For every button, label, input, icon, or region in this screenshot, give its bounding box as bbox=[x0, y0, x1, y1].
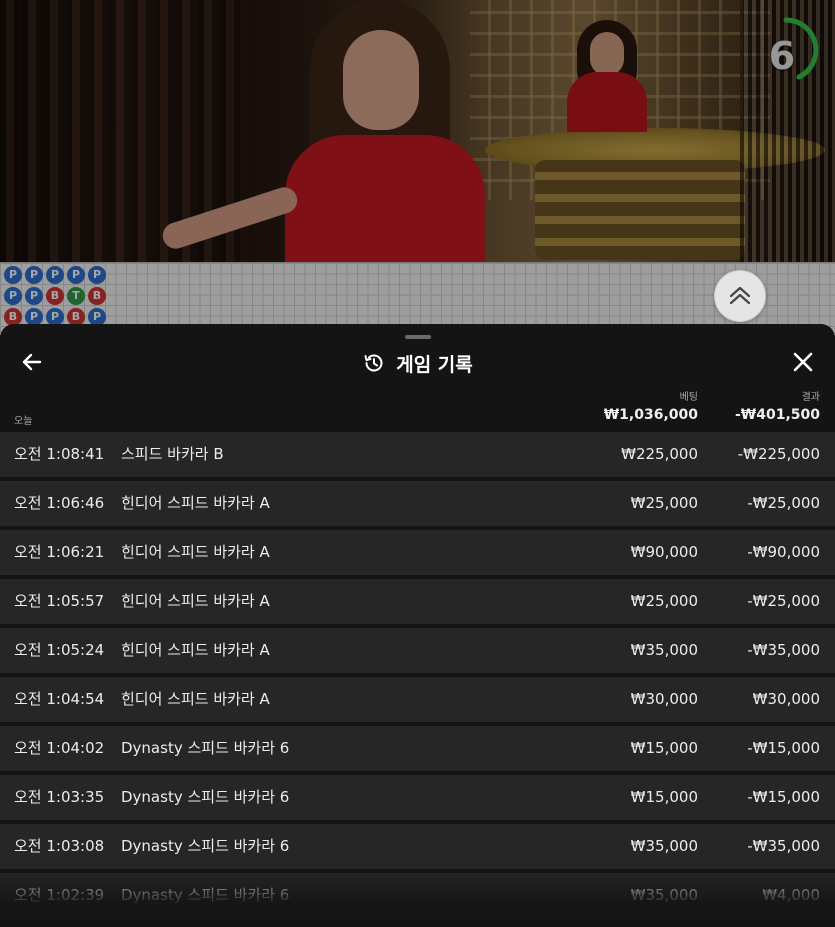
double-chevron-up-icon bbox=[729, 286, 751, 305]
row-bet: ₩30,000 bbox=[630, 690, 698, 708]
panel-header: 게임 기록 bbox=[0, 348, 835, 378]
row-time: 오전 1:06:46 bbox=[14, 494, 105, 512]
row-bet: ₩35,000 bbox=[630, 886, 698, 904]
row-result: ₩30,000 bbox=[752, 690, 820, 708]
history-row[interactable]: 오전 1:04:02 Dynasty 스피드 바카라 6 ₩15,000 -₩1… bbox=[0, 726, 835, 771]
bet-column-header: 베팅 bbox=[679, 392, 698, 403]
row-time: 오전 1:03:35 bbox=[14, 788, 105, 806]
history-row[interactable]: 오전 1:05:24 힌디어 스피드 바카라 A ₩35,000 -₩35,00… bbox=[0, 628, 835, 673]
row-time: 오전 1:05:57 bbox=[14, 592, 105, 610]
row-game: Dynasty 스피드 바카라 6 bbox=[121, 739, 290, 757]
row-time: 오전 1:05:24 bbox=[14, 641, 105, 659]
row-bet: ₩15,000 bbox=[630, 788, 698, 806]
history-row[interactable]: 오전 1:04:54 힌디어 스피드 바카라 A ₩30,000 ₩30,000 bbox=[0, 677, 835, 722]
history-row[interactable]: 오전 1:05:57 힌디어 스피드 바카라 A ₩25,000 -₩25,00… bbox=[0, 579, 835, 624]
expand-scoreboard-button[interactable] bbox=[714, 270, 766, 322]
row-bet: ₩25,000 bbox=[630, 592, 698, 610]
row-result: -₩90,000 bbox=[747, 543, 820, 561]
row-time: 오전 1:04:54 bbox=[14, 690, 105, 708]
game-history-panel: 게임 기록 베팅 결과 오늘 ₩1,036,000 -₩401,500 오전 1… bbox=[0, 324, 835, 927]
row-result: -₩15,000 bbox=[747, 739, 820, 757]
row-game: 힌디어 스피드 바카라 A bbox=[121, 494, 270, 512]
history-list: 오전 1:08:41 스피드 바카라 B ₩225,000 -₩225,000 … bbox=[0, 432, 835, 922]
close-icon bbox=[793, 352, 813, 372]
row-time: 오전 1:06:21 bbox=[14, 543, 105, 561]
row-bet: ₩225,000 bbox=[621, 445, 698, 463]
history-row[interactable]: 오전 1:08:41 스피드 바카라 B ₩225,000 -₩225,000 bbox=[0, 432, 835, 477]
row-game: Dynasty 스피드 바카라 6 bbox=[121, 788, 290, 806]
result-column-header: 결과 bbox=[801, 392, 820, 403]
row-game: Dynasty 스피드 바카라 6 bbox=[121, 886, 290, 904]
row-time: 오전 1:08:41 bbox=[14, 445, 105, 463]
modal-dim-overlay bbox=[0, 0, 835, 334]
history-row[interactable]: 오전 1:02:39 Dynasty 스피드 바카라 6 ₩35,000 ₩4,… bbox=[0, 873, 835, 918]
row-game: 힌디어 스피드 바카라 A bbox=[121, 543, 270, 561]
row-game: 스피드 바카라 B bbox=[121, 445, 224, 463]
row-result: -₩25,000 bbox=[747, 494, 820, 512]
row-result: ₩4,000 bbox=[762, 886, 820, 904]
total-bet: ₩1,036,000 bbox=[603, 407, 698, 423]
row-bet: ₩25,000 bbox=[630, 494, 698, 512]
history-row[interactable]: 오전 1:06:46 힌디어 스피드 바카라 A ₩25,000 -₩25,00… bbox=[0, 481, 835, 526]
history-row[interactable]: 오전 1:06:21 힌디어 스피드 바카라 A ₩90,000 -₩90,00… bbox=[0, 530, 835, 575]
drag-handle[interactable] bbox=[405, 335, 431, 339]
history-row[interactable]: 오전 1:03:35 Dynasty 스피드 바카라 6 ₩15,000 -₩1… bbox=[0, 775, 835, 820]
row-time: 오전 1:04:02 bbox=[14, 739, 105, 757]
history-clock-icon bbox=[364, 354, 383, 372]
page-title: 게임 기록 bbox=[396, 353, 473, 376]
row-result: -₩35,000 bbox=[747, 837, 820, 855]
row-bet: ₩90,000 bbox=[630, 543, 698, 561]
row-time: 오전 1:02:39 bbox=[14, 886, 105, 904]
row-bet: ₩35,000 bbox=[630, 641, 698, 659]
row-result: -₩15,000 bbox=[747, 788, 820, 806]
row-result: -₩35,000 bbox=[747, 641, 820, 659]
row-bet: ₩15,000 bbox=[630, 739, 698, 757]
row-bet: ₩35,000 bbox=[630, 837, 698, 855]
history-row[interactable]: 오전 1:03:08 Dynasty 스피드 바카라 6 ₩35,000 -₩3… bbox=[0, 824, 835, 869]
row-time: 오전 1:03:08 bbox=[14, 837, 105, 855]
row-game: 힌디어 스피드 바카라 A bbox=[121, 690, 270, 708]
date-group-label: 오늘 bbox=[14, 416, 33, 427]
total-result: -₩401,500 bbox=[734, 407, 820, 423]
row-result: -₩25,000 bbox=[747, 592, 820, 610]
row-game: Dynasty 스피드 바카라 6 bbox=[121, 837, 290, 855]
row-game: 힌디어 스피드 바카라 A bbox=[121, 592, 270, 610]
close-button[interactable] bbox=[789, 348, 817, 376]
row-game: 힌디어 스피드 바카라 A bbox=[121, 641, 270, 659]
row-result: -₩225,000 bbox=[737, 445, 820, 463]
